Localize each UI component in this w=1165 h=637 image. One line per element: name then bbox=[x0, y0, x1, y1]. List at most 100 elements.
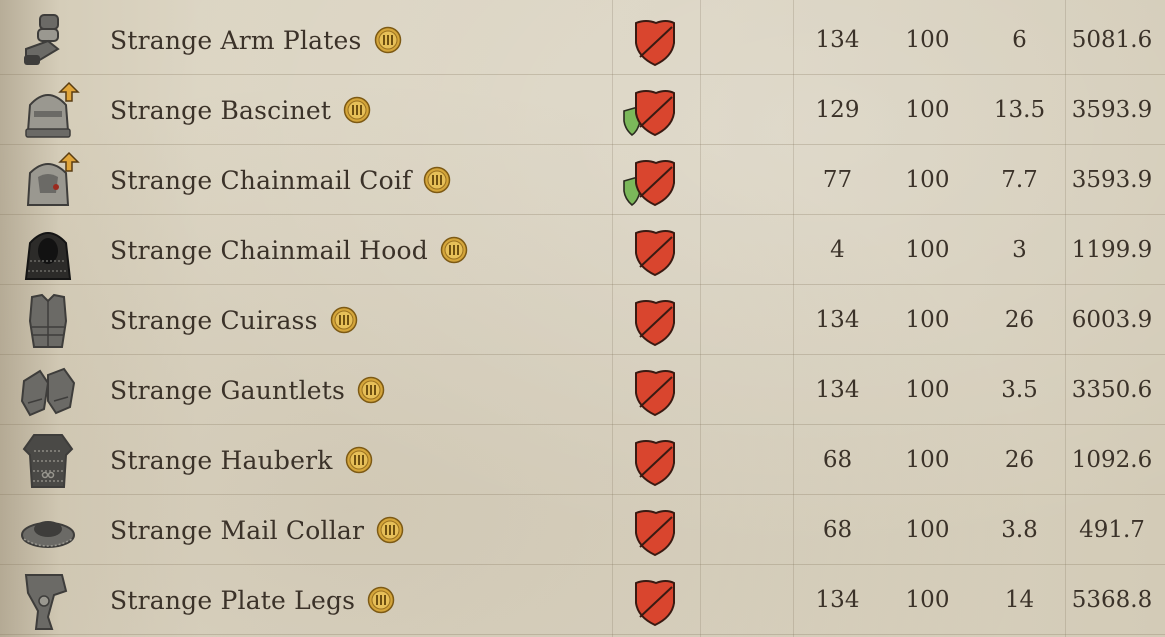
arm-plates-icon bbox=[18, 11, 78, 75]
coin-tier-icon bbox=[376, 516, 404, 544]
item-icon-container bbox=[18, 291, 88, 351]
stat-value-2: 100 bbox=[905, 447, 950, 473]
item-name-cell: Strange Bascinet bbox=[110, 75, 371, 145]
coin-tier-icon bbox=[330, 306, 358, 334]
item-row[interactable]: Strange Bascinet 129 100 13.5 3593.9 bbox=[0, 75, 1165, 145]
item-name-cell: Strange Gauntlets bbox=[110, 355, 385, 425]
stat-value-3: 14 bbox=[1004, 587, 1035, 613]
stat-value-4: 3593.9 bbox=[1071, 167, 1153, 193]
stat-value-3: 3 bbox=[1012, 237, 1027, 263]
coin-tier-icon bbox=[345, 446, 373, 474]
stat-value-4: 3350.6 bbox=[1071, 377, 1153, 403]
coin-tier-icon bbox=[423, 166, 451, 194]
item-icon-container bbox=[18, 11, 88, 71]
stat-value-1: 134 bbox=[815, 587, 860, 613]
item-icon-container bbox=[18, 431, 88, 491]
stat-value-1: 129 bbox=[815, 97, 860, 123]
item-name-cell: Strange Cuirass bbox=[110, 285, 358, 355]
stat-value-3: 7.7 bbox=[1001, 167, 1038, 193]
cuirass-icon bbox=[18, 291, 78, 355]
chainmail-hood-icon bbox=[18, 221, 78, 285]
mail-collar-icon bbox=[18, 501, 78, 565]
stat-value-1: 77 bbox=[822, 167, 853, 193]
shield-icon bbox=[620, 577, 680, 627]
item-icon-container bbox=[18, 361, 88, 421]
stat-value-2: 100 bbox=[905, 517, 950, 543]
shield-compare-icon bbox=[620, 157, 680, 207]
stat-value-4: 1199.9 bbox=[1071, 237, 1153, 263]
stat-value-3: 6 bbox=[1012, 27, 1027, 53]
item-row[interactable]: Strange Chainmail Hood 4 100 3 1199.9 bbox=[0, 215, 1165, 285]
item-name: Strange Plate Legs bbox=[110, 585, 356, 615]
stat-value-2: 100 bbox=[905, 307, 950, 333]
stat-value-2: 100 bbox=[905, 97, 950, 123]
inventory-list: Strange Arm Plates 134 100 6 5081.6 Stra… bbox=[0, 0, 1165, 637]
item-name: Strange Hauberk bbox=[110, 445, 333, 475]
stat-value-4: 3593.9 bbox=[1071, 97, 1153, 123]
shield-icon bbox=[620, 297, 680, 347]
shield-icon bbox=[620, 227, 680, 277]
stat-value-1: 68 bbox=[822, 517, 853, 543]
item-name-cell: Strange Hauberk bbox=[110, 425, 373, 495]
shield-icon bbox=[620, 367, 680, 417]
stat-value-1: 134 bbox=[815, 307, 860, 333]
stat-value-1: 68 bbox=[822, 447, 853, 473]
item-name: Strange Mail Collar bbox=[110, 515, 365, 545]
item-name: Strange Bascinet bbox=[110, 95, 332, 125]
stat-value-4: 491.7 bbox=[1079, 517, 1145, 543]
item-row[interactable]: Strange Mail Collar 68 100 3.8 491.7 bbox=[0, 495, 1165, 565]
item-icon-container bbox=[18, 571, 88, 631]
coin-tier-icon bbox=[367, 586, 395, 614]
item-name-cell: Strange Mail Collar bbox=[110, 495, 404, 565]
item-name: Strange Chainmail Hood bbox=[110, 235, 428, 265]
item-row[interactable]: Strange Arm Plates 134 100 6 5081.6 bbox=[0, 5, 1165, 75]
item-icon-container bbox=[18, 221, 88, 281]
stat-value-4: 5368.8 bbox=[1071, 587, 1153, 613]
item-row[interactable]: Strange Cuirass 134 100 26 6003.9 bbox=[0, 285, 1165, 355]
stat-value-4: 1092.6 bbox=[1071, 447, 1153, 473]
stat-value-3: 26 bbox=[1004, 447, 1035, 473]
stat-value-3: 3.8 bbox=[1001, 517, 1038, 543]
stat-value-4: 5081.6 bbox=[1071, 27, 1153, 53]
item-name: Strange Arm Plates bbox=[110, 25, 362, 55]
item-name: Strange Cuirass bbox=[110, 305, 318, 335]
item-row[interactable]: Strange Plate Legs 134 100 14 5368.8 bbox=[0, 565, 1165, 635]
coin-tier-icon bbox=[440, 236, 468, 264]
shield-icon bbox=[620, 507, 680, 557]
item-row[interactable]: Strange Hauberk 68 100 26 1092.6 bbox=[0, 425, 1165, 495]
upgrade-arrow-icon bbox=[58, 81, 80, 107]
stat-value-2: 100 bbox=[905, 27, 950, 53]
item-name-cell: Strange Arm Plates bbox=[110, 5, 402, 75]
item-icon-container bbox=[18, 501, 88, 561]
item-icon-container bbox=[18, 151, 88, 211]
stat-value-2: 100 bbox=[905, 167, 950, 193]
stat-value-2: 100 bbox=[905, 377, 950, 403]
shield-icon bbox=[620, 17, 680, 67]
coin-tier-icon bbox=[357, 376, 385, 404]
item-name: Strange Chainmail Coif bbox=[110, 165, 412, 195]
stat-value-3: 13.5 bbox=[993, 97, 1046, 123]
upgrade-arrow-icon bbox=[58, 151, 80, 177]
stat-value-3: 26 bbox=[1004, 307, 1035, 333]
coin-tier-icon bbox=[374, 26, 402, 54]
item-row[interactable]: Strange Gauntlets 134 100 3.5 3350.6 bbox=[0, 355, 1165, 425]
stat-value-2: 100 bbox=[905, 237, 950, 263]
coin-tier-icon bbox=[343, 96, 371, 124]
item-icon-container bbox=[18, 81, 88, 141]
item-name: Strange Gauntlets bbox=[110, 375, 346, 405]
item-name-cell: Strange Chainmail Coif bbox=[110, 145, 451, 215]
stat-value-1: 134 bbox=[815, 377, 860, 403]
plate-legs-icon bbox=[18, 571, 78, 635]
stat-value-4: 6003.9 bbox=[1071, 307, 1153, 333]
stat-value-3: 3.5 bbox=[1001, 377, 1038, 403]
hauberk-icon bbox=[18, 431, 78, 495]
item-row[interactable]: Strange Chainmail Coif 77 100 7.7 3593.9 bbox=[0, 145, 1165, 215]
stat-value-1: 4 bbox=[830, 237, 845, 263]
item-name-cell: Strange Chainmail Hood bbox=[110, 215, 468, 285]
shield-compare-icon bbox=[620, 87, 680, 137]
item-name-cell: Strange Plate Legs bbox=[110, 565, 395, 635]
stat-value-2: 100 bbox=[905, 587, 950, 613]
gauntlets-icon bbox=[18, 361, 78, 425]
shield-icon bbox=[620, 437, 680, 487]
stat-value-1: 134 bbox=[815, 27, 860, 53]
